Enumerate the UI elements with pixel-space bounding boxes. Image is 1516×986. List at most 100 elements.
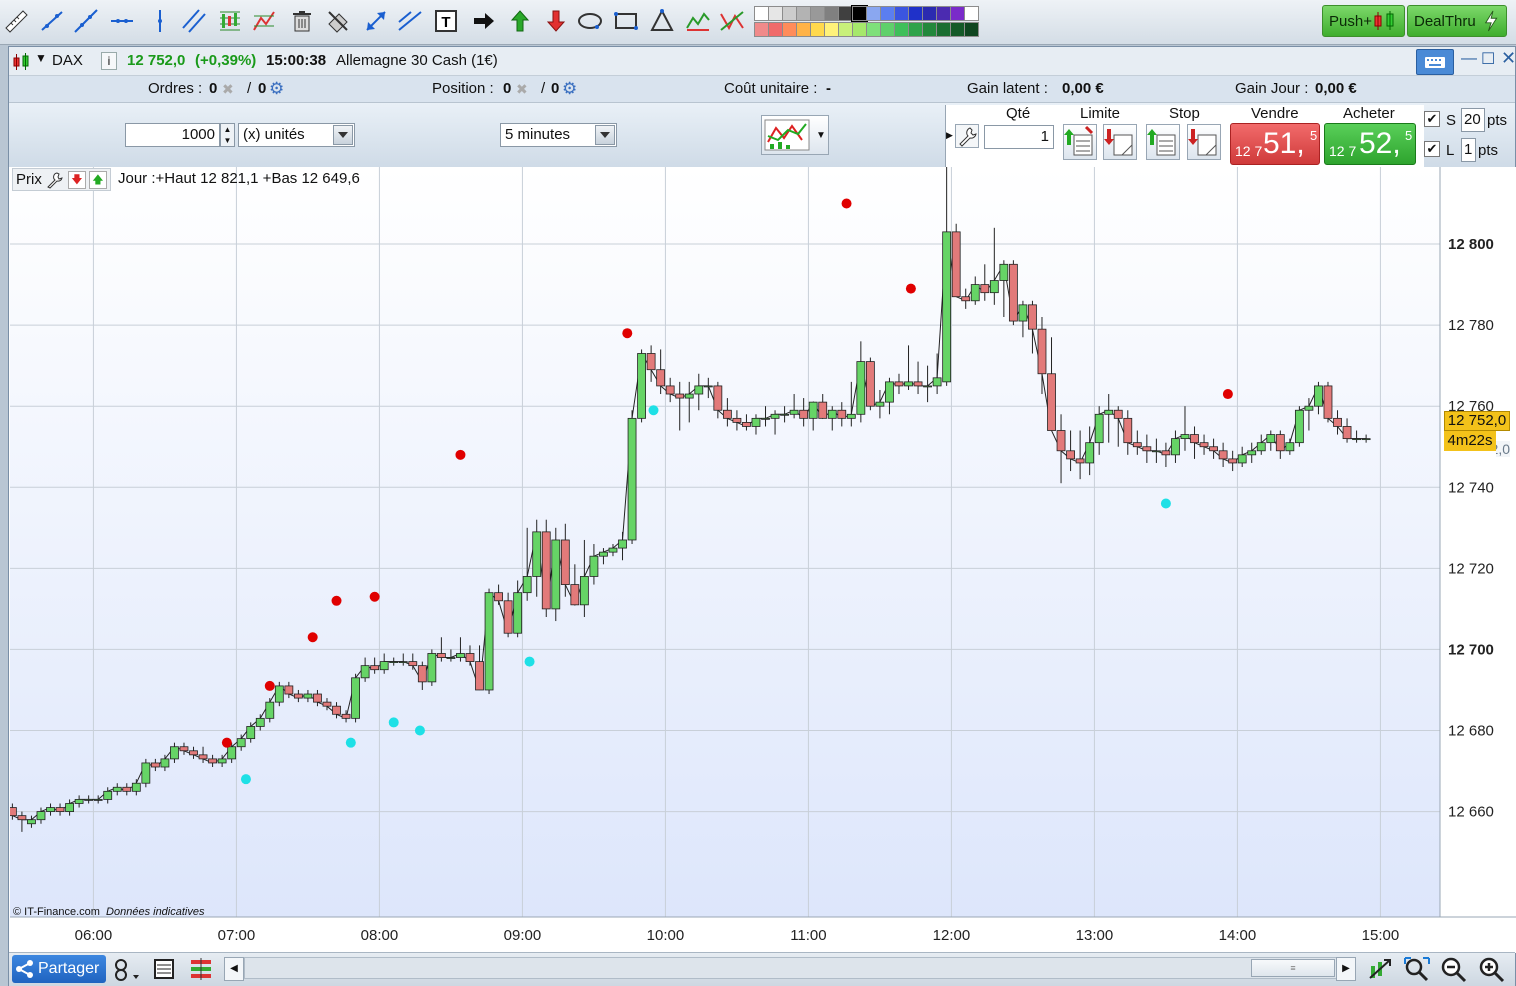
color-swatch[interactable] [782, 6, 797, 21]
scroll-thumb[interactable]: ≡ [1251, 959, 1335, 977]
quantity-input[interactable]: 1000 [125, 123, 220, 147]
pattern-icon[interactable] [718, 6, 746, 36]
candle[interactable] [1314, 385, 1323, 407]
minimize-icon[interactable]: — [1461, 50, 1477, 68]
maximize-icon[interactable]: ☐ [1481, 49, 1495, 69]
segment-icon[interactable] [38, 6, 66, 36]
candle[interactable] [560, 539, 570, 585]
color-swatch[interactable] [894, 6, 909, 21]
candle[interactable] [1323, 385, 1333, 419]
candle[interactable] [1190, 434, 1199, 444]
collapse-icon[interactable]: ▶ [946, 130, 953, 141]
candle[interactable] [84, 799, 94, 801]
ellipse-icon[interactable] [576, 6, 604, 36]
candle[interactable] [1123, 417, 1133, 444]
candle[interactable] [951, 231, 961, 298]
candle[interactable] [894, 381, 904, 387]
candle[interactable] [484, 592, 494, 691]
candle[interactable] [198, 754, 208, 760]
arrow-up-icon[interactable]: 🡅 [88, 170, 107, 189]
candle[interactable] [999, 263, 1009, 281]
candle[interactable] [703, 385, 713, 388]
color-swatch[interactable] [851, 5, 868, 22]
candle[interactable] [351, 677, 360, 719]
info-icon[interactable]: i [101, 52, 117, 70]
color-swatch[interactable] [810, 22, 825, 37]
candle[interactable] [579, 576, 589, 606]
candle[interactable] [637, 353, 646, 419]
candle[interactable] [665, 385, 675, 395]
close-icon[interactable]: ✕ [1501, 48, 1516, 69]
arrow-right-icon[interactable] [470, 6, 498, 36]
candle[interactable] [446, 657, 456, 659]
candle[interactable] [570, 584, 580, 606]
candle[interactable] [885, 381, 894, 403]
candle[interactable] [713, 385, 723, 411]
fibonacci-icon[interactable] [216, 6, 244, 36]
color-swatch[interactable] [908, 6, 923, 21]
candle[interactable] [1247, 450, 1257, 456]
candle[interactable] [961, 296, 971, 302]
vertical-line-icon[interactable] [146, 6, 174, 36]
candle[interactable] [1018, 304, 1028, 322]
candle[interactable] [1008, 263, 1018, 322]
zoom-out-icon[interactable] [1440, 956, 1468, 984]
color-swatch[interactable] [754, 22, 769, 37]
chevron-down-icon[interactable]: ▼ [35, 51, 47, 65]
candle[interactable] [913, 381, 923, 387]
candle[interactable] [751, 417, 761, 427]
candle[interactable] [818, 401, 828, 419]
candle[interactable] [503, 600, 513, 634]
candle[interactable] [865, 361, 875, 407]
zoom-fit-icon[interactable] [1368, 956, 1394, 982]
candle[interactable] [923, 385, 932, 388]
arrow-down-icon[interactable] [542, 6, 570, 36]
candle[interactable] [1066, 450, 1075, 460]
candle[interactable] [332, 705, 341, 715]
price-chart[interactable]: 12 800 12 780 12 760 12 740 12 720 12 700 12 6… [10, 167, 1516, 953]
stop-distance-input[interactable]: 20 [1461, 108, 1485, 132]
candle[interactable] [722, 409, 732, 419]
color-swatch[interactable] [922, 22, 937, 37]
candle[interactable] [1342, 426, 1352, 440]
candle[interactable] [541, 531, 551, 610]
candle[interactable] [1171, 438, 1180, 456]
arrow-diagonal-icon[interactable] [362, 6, 390, 36]
buy-limit-button[interactable] [1063, 124, 1097, 160]
candle[interactable] [141, 762, 151, 784]
candle[interactable] [1142, 446, 1152, 452]
color-swatch[interactable] [810, 6, 825, 21]
color-swatch[interactable] [754, 6, 769, 21]
candle[interactable] [93, 799, 103, 801]
candle[interactable] [217, 758, 227, 764]
candle[interactable] [1333, 417, 1342, 427]
color-swatch[interactable] [768, 6, 783, 21]
candle[interactable] [112, 786, 122, 792]
candle[interactable] [875, 401, 885, 407]
candle[interactable] [1361, 438, 1371, 441]
candle[interactable] [1304, 405, 1314, 411]
candle[interactable] [131, 782, 141, 792]
color-swatch[interactable] [964, 22, 979, 37]
candle[interactable] [303, 693, 313, 699]
candle[interactable] [17, 815, 27, 821]
candle[interactable] [189, 750, 198, 756]
candle[interactable] [122, 786, 132, 792]
candle[interactable] [742, 422, 751, 427]
candle[interactable] [170, 746, 179, 760]
candle[interactable] [1037, 328, 1047, 375]
trash-icon[interactable] [288, 6, 316, 36]
candle[interactable] [780, 413, 789, 416]
candle[interactable] [274, 685, 284, 703]
close-position-icon[interactable]: ✖ [516, 81, 528, 98]
zoom-in-icon[interactable] [1478, 956, 1506, 984]
buy-button[interactable]: 12 7 52, 5 [1324, 123, 1416, 165]
color-swatch[interactable] [866, 6, 881, 21]
candle[interactable] [1151, 450, 1161, 453]
candle[interactable] [656, 369, 666, 387]
quantity-stepper[interactable]: ▲ ▼ [220, 123, 235, 147]
scroll-right-button[interactable]: ▶ [1336, 957, 1356, 981]
color-swatch[interactable] [838, 6, 853, 21]
candle[interactable] [1104, 409, 1114, 415]
candle[interactable] [36, 811, 46, 821]
